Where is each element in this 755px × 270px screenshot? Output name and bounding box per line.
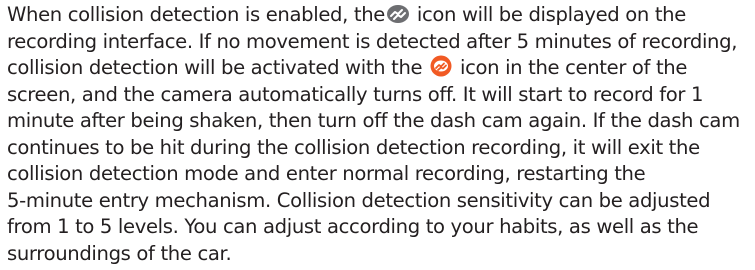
- collision-outline-icon: [386, 4, 410, 24]
- text-line-10: surroundings of the car.: [7, 241, 232, 265]
- text-line-1-after: icon will be displayed on the: [410, 3, 686, 26]
- text-line-2: recording interface. If no movement is d…: [7, 29, 738, 53]
- collision-detection-paragraph: When collision detection is enabled, the…: [7, 2, 755, 267]
- document-page: When collision detection is enabled, the…: [0, 0, 755, 270]
- text-line-3-before: collision detection will be activated wi…: [7, 56, 429, 79]
- collision-filled-icon: [429, 55, 453, 77]
- text-line-8: 5-minute entry mechanism. Collision dete…: [7, 188, 711, 212]
- text-line-7: collision detection mode and enter norma…: [7, 162, 646, 185]
- text-line-1-before: When collision detection is enabled, the: [7, 3, 385, 26]
- text-line-9: from 1 to 5 levels. You can adjust accor…: [7, 215, 699, 238]
- text-line-3: collision detection will be activated wi…: [7, 55, 755, 82]
- text-line-6: continues to be hit during the collision…: [7, 135, 700, 159]
- text-line-3-after: icon in the center of the: [454, 56, 688, 79]
- text-line-1: When collision detection is enabled, the…: [7, 2, 755, 29]
- text-line-4: screen, and the camera automatically tur…: [7, 82, 704, 106]
- text-line-5: minute after being shaken, then turn off…: [7, 109, 740, 132]
